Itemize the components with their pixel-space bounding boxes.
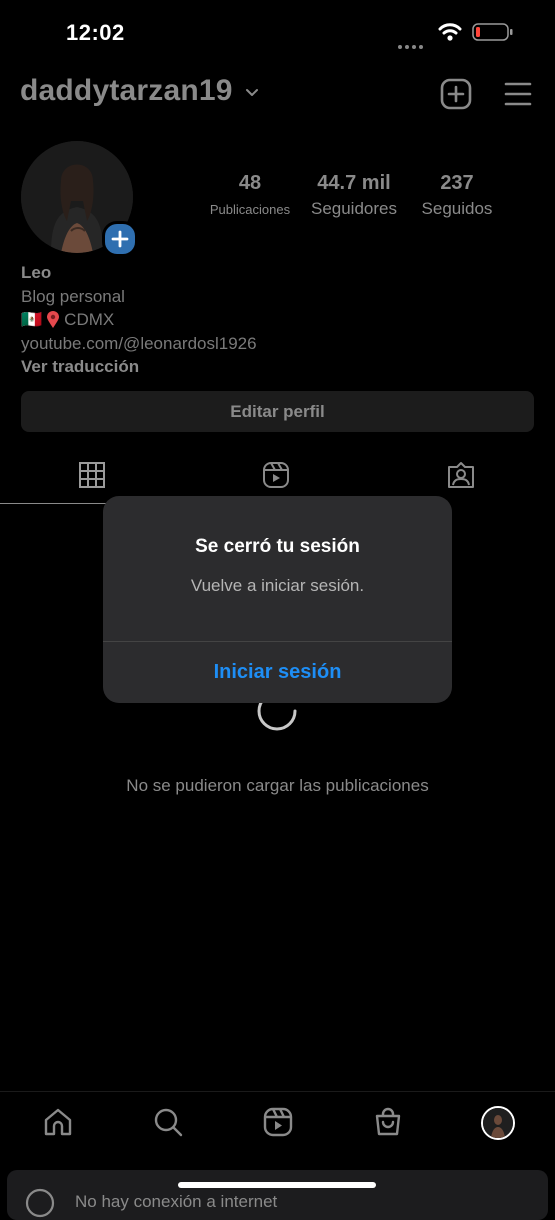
nav-profile-avatar[interactable] bbox=[481, 1106, 515, 1140]
bio-category: Blog personal bbox=[21, 287, 125, 306]
dialog-title: Se cerró tu sesión bbox=[195, 536, 360, 557]
offline-banner: No hay conexión a internet bbox=[7, 1170, 548, 1220]
location-pin-icon bbox=[47, 311, 60, 328]
stat-following[interactable]: 237 Seguidos bbox=[410, 172, 504, 219]
bio-location: 🇲🇽 CDMX bbox=[21, 310, 114, 330]
home-icon[interactable] bbox=[42, 1106, 74, 1138]
session-expired-dialog: Se cerró tu sesión Vuelve a iniciar sesi… bbox=[103, 496, 452, 703]
signal-dots-icon bbox=[398, 36, 428, 49]
battery-icon bbox=[472, 23, 513, 41]
reels-icon[interactable] bbox=[262, 1106, 294, 1138]
edit-profile-button[interactable]: Editar perfil bbox=[21, 391, 534, 432]
plus-icon bbox=[111, 230, 129, 248]
stat-followers[interactable]: 44.7 mil Seguidores bbox=[304, 172, 404, 219]
login-button[interactable]: Iniciar sesión bbox=[103, 642, 452, 703]
stat-posts-label: Publicaciones bbox=[209, 202, 291, 217]
stat-following-value: 237 bbox=[440, 172, 474, 194]
avatar-illustration bbox=[483, 1108, 513, 1138]
add-story-button[interactable] bbox=[102, 221, 138, 257]
home-indicator bbox=[178, 1182, 376, 1188]
stat-following-label: Seguidos bbox=[421, 199, 493, 218]
bio-link[interactable]: youtube.com/@leonardosl1926 bbox=[21, 334, 257, 354]
stat-followers-label: Seguidores bbox=[310, 199, 397, 218]
plus-square-icon[interactable] bbox=[440, 78, 472, 110]
mexico-flag-icon: 🇲🇽 bbox=[21, 310, 43, 329]
stat-posts-value: 48 bbox=[238, 172, 262, 194]
dialog-message: Vuelve a iniciar sesión. bbox=[190, 576, 365, 595]
stat-posts[interactable]: 48 Publicaciones bbox=[200, 172, 300, 217]
posts-load-error: No se pudieron cargar las publicaciones bbox=[126, 776, 429, 795]
bio-name: Leo bbox=[21, 263, 52, 282]
offline-banner-text: No hay conexión a internet bbox=[75, 1192, 278, 1211]
bio-location-text: CDMX bbox=[64, 310, 115, 329]
see-translation-link[interactable]: Ver traducción bbox=[21, 357, 139, 377]
wifi-icon bbox=[438, 23, 462, 41]
hamburger-menu-icon[interactable] bbox=[503, 80, 533, 108]
stat-followers-value: 44.7 mil bbox=[317, 172, 391, 194]
profile-username[interactable]: daddytarzan19 bbox=[20, 74, 233, 108]
shop-icon[interactable] bbox=[372, 1106, 404, 1138]
chevron-down-icon[interactable] bbox=[244, 85, 260, 101]
search-icon[interactable] bbox=[152, 1106, 184, 1138]
status-time: 12:02 bbox=[66, 20, 125, 45]
tagged-icon[interactable] bbox=[447, 461, 475, 489]
reels-icon[interactable] bbox=[262, 461, 290, 489]
info-icon bbox=[25, 1188, 55, 1218]
nav-divider bbox=[0, 1091, 555, 1092]
grid-icon[interactable] bbox=[78, 461, 106, 489]
